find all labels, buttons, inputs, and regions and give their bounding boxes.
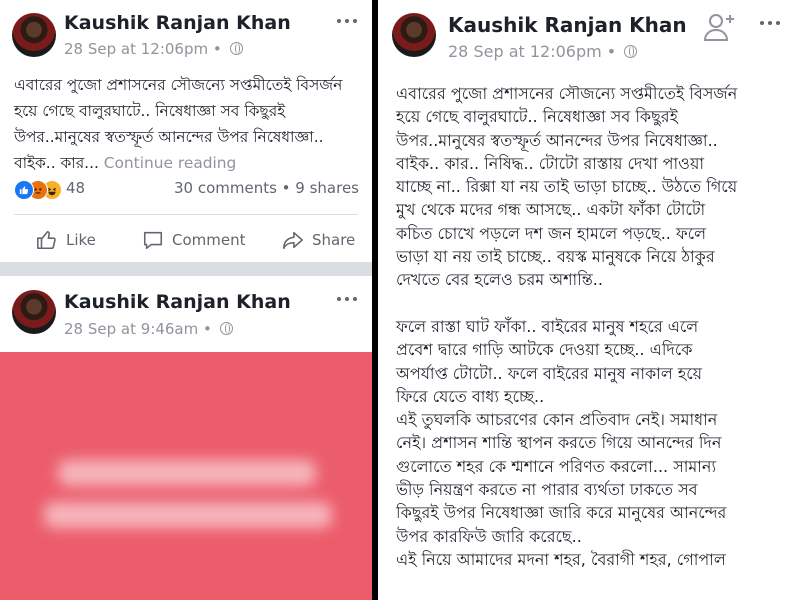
- post-actions: Like Comment Share: [0, 222, 372, 258]
- timestamp-text: 28 Sep at 12:06pm: [64, 40, 209, 58]
- post-timestamp[interactable]: 28 Sep at 12:06pm •: [64, 40, 243, 58]
- avatar[interactable]: [12, 13, 56, 57]
- reactions-bar[interactable]: 48 30 comments • 9 shares: [14, 178, 359, 202]
- comment-button[interactable]: Comment: [142, 222, 246, 258]
- like-reaction-icon: [14, 180, 34, 200]
- more-options-icon[interactable]: [337, 14, 363, 28]
- post-timestamp[interactable]: 28 Sep at 12:06pm •: [448, 42, 638, 61]
- like-button[interactable]: Like: [36, 222, 96, 258]
- avatar[interactable]: [392, 13, 436, 57]
- share-button[interactable]: Share: [282, 222, 355, 258]
- shared-image[interactable]: [0, 352, 372, 600]
- expanded-post-body: এবারের পুজো প্রশাসনের সৌজন্যে সপ্তমীতেই …: [396, 84, 738, 569]
- globe-icon: [219, 322, 233, 335]
- expanded-post-panel: Kaushik Ranjan Khan 28 Sep at 12:06pm • …: [378, 0, 800, 600]
- add-friend-icon[interactable]: [703, 12, 736, 46]
- reaction-count[interactable]: 48: [66, 179, 85, 197]
- globe-icon: [229, 42, 243, 55]
- more-options-icon[interactable]: [760, 16, 786, 30]
- post-timestamp[interactable]: 28 Sep at 9:46am •: [64, 320, 233, 338]
- post-body: এবারের পুজো প্রশাসনের সৌজন্যে সপ্তমীতেই …: [14, 72, 364, 176]
- author-name[interactable]: Kaushik Ranjan Khan: [448, 13, 687, 37]
- author-name[interactable]: Kaushik Ranjan Khan: [64, 12, 291, 34]
- continue-reading-link[interactable]: Continue reading: [104, 154, 237, 172]
- share-label: Share: [312, 231, 356, 249]
- timestamp-text: 28 Sep at 12:06pm: [448, 42, 602, 61]
- avatar[interactable]: [12, 290, 56, 334]
- feed-separator: [0, 262, 372, 276]
- comments-shares-count[interactable]: 30 comments • 9 shares: [174, 179, 359, 197]
- post-card: Kaushik Ranjan Khan 28 Sep at 12:06pm • …: [0, 0, 372, 250]
- speech-bubble-icon: [143, 231, 163, 250]
- like-label: Like: [66, 231, 96, 249]
- divider: [14, 214, 358, 215]
- more-options-icon[interactable]: [337, 292, 363, 306]
- left-feed-panel: Kaushik Ranjan Khan 28 Sep at 12:06pm • …: [0, 0, 372, 600]
- blurred-text-line: [44, 502, 332, 528]
- author-name[interactable]: Kaushik Ranjan Khan: [64, 291, 291, 313]
- blurred-text-line: [58, 460, 316, 486]
- globe-icon: [624, 45, 638, 58]
- share-arrow-icon: [283, 231, 303, 250]
- thumbs-up-icon: [37, 230, 56, 250]
- timestamp-text: 28 Sep at 9:46am: [64, 320, 199, 338]
- post-header: Kaushik Ranjan Khan 28 Sep at 12:06pm •: [0, 0, 372, 64]
- comment-label: Comment: [172, 231, 246, 249]
